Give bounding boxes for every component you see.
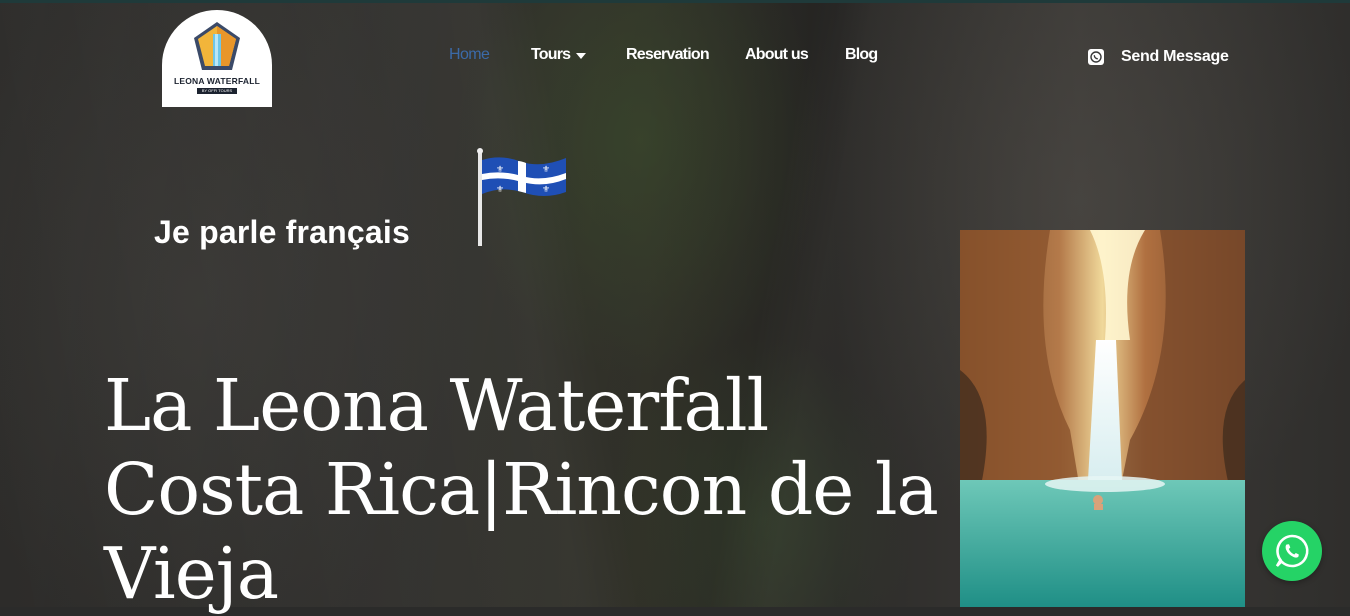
svg-text:⚜: ⚜ <box>542 185 550 195</box>
whatsapp-chat-button[interactable] <box>1262 521 1322 581</box>
send-message-label: Send Message <box>1121 48 1229 65</box>
svg-text:⚜: ⚜ <box>542 165 550 175</box>
whatsapp-icon <box>1088 49 1104 65</box>
hero-headline: La Leona Waterfall Costa Rica|Rincon de … <box>104 364 964 616</box>
language-note: Je parle français <box>154 214 410 250</box>
nav-item-about-us[interactable]: About us <box>745 46 809 64</box>
nav-item-blog[interactable]: Blog <box>845 46 878 64</box>
headline-line-1: La Leona Waterfall <box>104 364 769 447</box>
logo-title: LEONA WATERFALL <box>173 76 261 86</box>
svg-text:⚜: ⚜ <box>496 165 504 175</box>
top-border <box>0 0 1350 3</box>
nav-item-reservation[interactable]: Reservation <box>626 46 710 64</box>
chevron-down-icon <box>576 46 587 64</box>
whatsapp-icon <box>1275 534 1309 568</box>
waterfall-logo-icon <box>194 22 240 70</box>
waterfall-photo <box>960 230 1245 607</box>
headline-line-3: Vieja <box>104 532 279 615</box>
send-message-link[interactable]: Send Message <box>1088 47 1229 67</box>
logo-subtitle: BY OFFI TOURS <box>197 88 237 94</box>
nav-item-tours-label: Tours <box>531 46 571 64</box>
svg-text:⚜: ⚜ <box>496 185 504 195</box>
quebec-flag-icon: ⚜ ⚜ ⚜ ⚜ <box>472 148 572 253</box>
nav-item-tours[interactable]: Tours <box>531 46 587 64</box>
nav-item-home[interactable]: Home <box>449 46 490 64</box>
headline-line-2: Costa Rica|Rincon de la <box>104 448 939 531</box>
